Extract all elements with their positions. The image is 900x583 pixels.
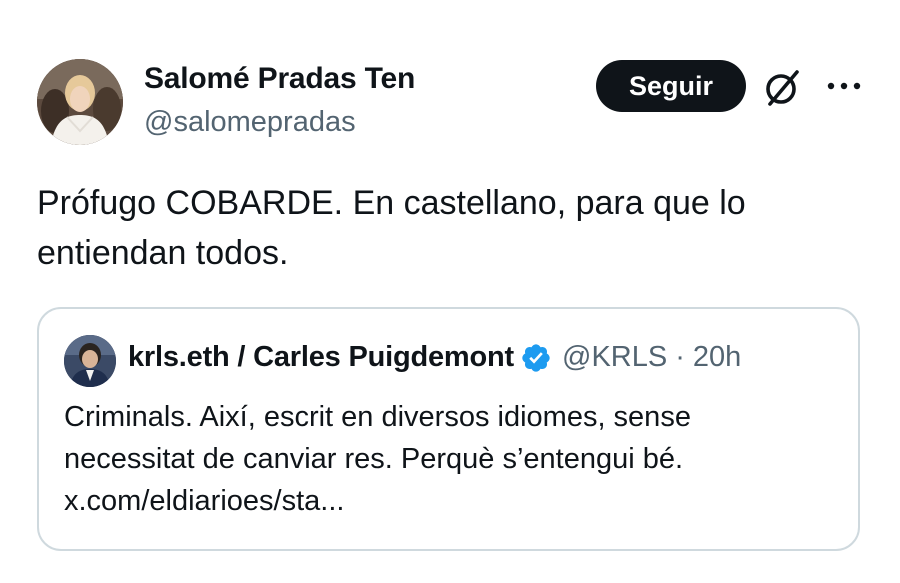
quoted-author-handle[interactable]: @KRLS [562,341,667,374]
quoted-tweet-text: Criminals. Així, escrit en diversos idio… [64,396,844,522]
author-handle[interactable]: @salomepradas [144,106,356,139]
quoted-timestamp[interactable]: 20h [693,341,741,374]
author-name[interactable]: Salomé Pradas Ten [144,62,415,96]
grok-icon[interactable] [762,68,802,108]
quoted-text-line: Criminals. Així, escrit en diversos idio… [64,401,691,433]
quoted-author-name[interactable]: krls.eth / Carles Puigdemont [128,341,514,374]
quoted-header: krls.eth / Carles Puigdemont @KRLS · 20h [128,341,741,374]
author-avatar[interactable] [37,59,123,145]
quoted-author-avatar[interactable] [64,335,116,387]
quoted-text-line: necessitat de canviar res. Perquè s’ente… [64,443,684,475]
quoted-tweet[interactable]: krls.eth / Carles Puigdemont @KRLS · 20h… [37,307,860,551]
tweet-text: Prófugo COBARDE. En castellano, para que… [37,184,746,272]
more-icon[interactable] [826,76,862,96]
separator-dot: · [675,341,685,373]
tweet: Salomé Pradas Ten @salomepradas Seguir P… [0,0,900,583]
quoted-link[interactable]: x.com/eldiarioes/sta... [64,480,844,522]
verified-badge-icon [522,343,550,372]
follow-button[interactable]: Seguir [596,60,746,112]
